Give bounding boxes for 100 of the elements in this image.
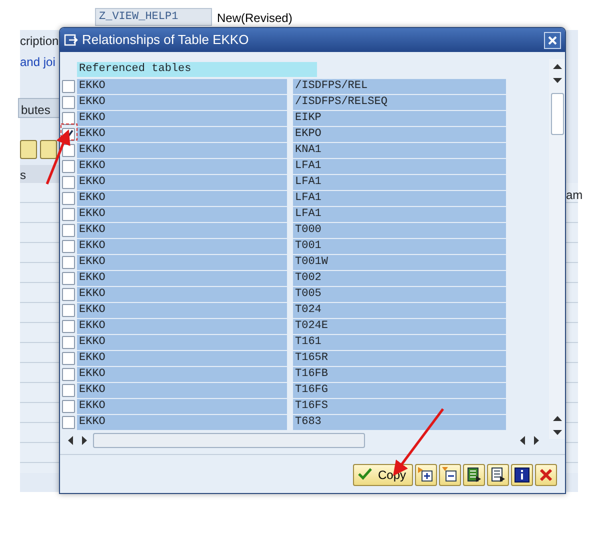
- table-cell: EKKO: [77, 222, 287, 238]
- vertical-scrollbar[interactable]: [549, 59, 565, 439]
- horizontal-scrollbar[interactable]: [93, 432, 365, 448]
- table-cell: EKKO: [77, 398, 287, 414]
- insert-button[interactable]: [415, 464, 437, 486]
- checkbox[interactable]: [62, 336, 75, 348]
- table-cell: EKKO: [77, 270, 287, 286]
- table-cell: EKKO: [77, 318, 287, 334]
- table-cell: EKKO: [77, 94, 287, 110]
- cancel-button[interactable]: [535, 464, 557, 486]
- up-arrow-icon: [552, 416, 562, 420]
- table-cell: T16FG: [293, 382, 506, 398]
- table-cell: EKKO: [77, 382, 287, 398]
- left-arrow-icon: [68, 436, 72, 444]
- table-cell: T001: [293, 238, 506, 254]
- list-button[interactable]: [463, 464, 485, 486]
- table-cell: T024E: [293, 318, 506, 334]
- down-arrow-icon: [552, 78, 562, 82]
- left-arrow-icon: [520, 436, 524, 444]
- checkbox[interactable]: [62, 320, 75, 332]
- document-button[interactable]: [487, 464, 509, 486]
- table-cell: EKKO: [77, 126, 287, 142]
- add-row-icon: [418, 466, 434, 482]
- table-cell: EKKO: [77, 78, 287, 94]
- table-cell: EKKO: [77, 238, 287, 254]
- dialog-icon: [64, 34, 78, 46]
- checkbox[interactable]: [62, 384, 75, 396]
- checkbox[interactable]: [62, 304, 75, 316]
- toolbar-icon[interactable]: [40, 140, 57, 159]
- table-cell: /ISDFPS/RELSEQ: [293, 94, 506, 110]
- table-cell: EKKO: [77, 190, 287, 206]
- checkbox[interactable]: [62, 288, 75, 300]
- table-cell: EKKO: [77, 302, 287, 318]
- checkbox[interactable]: [62, 400, 75, 412]
- status-text: New(Revised): [217, 10, 292, 27]
- right-arrow-icon: [534, 436, 538, 444]
- checkbox[interactable]: [62, 224, 75, 236]
- table-cell: KNA1: [293, 142, 506, 158]
- scroll-thumb[interactable]: [550, 93, 564, 135]
- checkbox[interactable]: [62, 80, 75, 92]
- cancel-icon: [538, 466, 554, 482]
- table-cell: EKKO: [77, 254, 287, 270]
- table-cell: EKKO: [77, 286, 287, 302]
- checkbox[interactable]: [62, 176, 75, 188]
- checkbox[interactable]: [62, 208, 75, 220]
- attributes-tab[interactable]: butes: [18, 98, 60, 118]
- column-header: am: [566, 188, 583, 202]
- table-cell: T683: [293, 414, 506, 430]
- annotation-arrow: [46, 129, 70, 184]
- table-cell: EKKO: [77, 174, 287, 190]
- close-icon: [548, 36, 557, 44]
- close-button[interactable]: [544, 32, 561, 48]
- table-cell: EIKP: [293, 110, 506, 126]
- list-icon: [466, 466, 482, 482]
- remove-button[interactable]: [439, 464, 461, 486]
- table-cell: EKKO: [77, 366, 287, 382]
- checkbox[interactable]: [62, 272, 75, 284]
- table-cell: LFA1: [293, 158, 506, 174]
- table-cell: EKPO: [293, 126, 506, 142]
- table-cell: EKKO: [77, 142, 287, 158]
- checkbox[interactable]: [62, 112, 75, 124]
- info-icon: [514, 466, 530, 482]
- checkbox[interactable]: [62, 368, 75, 380]
- checkbox[interactable]: [62, 256, 75, 268]
- column-header: s: [20, 165, 59, 183]
- info-button[interactable]: [511, 464, 533, 486]
- checkbox[interactable]: [62, 96, 75, 108]
- check-icon: [358, 466, 374, 482]
- table-cell: EKKO: [77, 206, 287, 222]
- table-cell: EKKO: [77, 414, 287, 430]
- dialog-title: Relationships of Table EKKO: [82, 31, 249, 50]
- checkbox[interactable]: [62, 160, 75, 172]
- up-arrow-icon: [552, 64, 562, 68]
- link[interactable]: and joi: [20, 55, 56, 69]
- table-cell: LFA1: [293, 174, 506, 190]
- description-label: cription: [20, 34, 59, 48]
- table-cell: EKKO: [77, 110, 287, 126]
- table-cell: T165R: [293, 350, 506, 366]
- table-header: Referenced tables: [77, 62, 317, 77]
- table-cell: T16FS: [293, 398, 506, 414]
- table-cell: T024: [293, 302, 506, 318]
- view-name-field[interactable]: Z_VIEW_HELP1: [95, 8, 212, 26]
- table-cell: T000: [293, 222, 506, 238]
- down-arrow-icon: [552, 430, 562, 434]
- right-arrow-icon: [82, 436, 86, 444]
- toolbar-icon[interactable]: [20, 140, 37, 159]
- remove-row-icon: [442, 466, 458, 482]
- document-icon: [490, 466, 506, 482]
- table-cell: LFA1: [293, 190, 506, 206]
- checkbox[interactable]: [62, 416, 75, 428]
- table-cell: EKKO: [77, 334, 287, 350]
- checkbox[interactable]: [62, 240, 75, 252]
- table-cell: EKKO: [77, 158, 287, 174]
- table-cell: /ISDFPS/REL: [293, 78, 506, 94]
- checkbox[interactable]: [62, 352, 75, 364]
- table-cell: T005: [293, 286, 506, 302]
- table-cell: EKKO: [77, 350, 287, 366]
- table-cell: T001W: [293, 254, 506, 270]
- highlight-frame: [60, 124, 78, 140]
- checkbox[interactable]: [62, 192, 75, 204]
